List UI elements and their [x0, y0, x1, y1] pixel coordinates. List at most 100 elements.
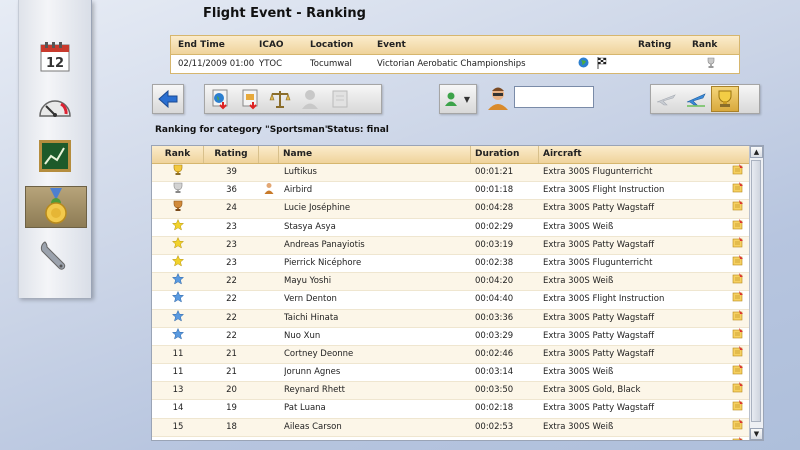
- rank-cell: [152, 273, 204, 290]
- filter-toolbar: ▼: [439, 84, 477, 114]
- star-yellow-icon: [171, 218, 185, 236]
- row-action-icon[interactable]: [730, 291, 746, 308]
- table-row[interactable]: 23 Andreas Panayiotis 00:03:19 Extra 300S P…: [152, 236, 749, 255]
- row-action-icon[interactable]: [730, 400, 746, 417]
- balance-scale-icon: [269, 91, 291, 108]
- notes-button-disabled[interactable]: [325, 86, 355, 112]
- name-cell: Pierrick Nicéphore: [284, 257, 362, 268]
- instruments-button[interactable]: [36, 88, 74, 126]
- rating-cell: 21: [226, 348, 237, 359]
- table-row[interactable]: 22 Vern Denton 00:04:40 Extra 300S Flight I…: [152, 291, 749, 310]
- col-name[interactable]: Name: [279, 146, 471, 163]
- export-button[interactable]: [235, 86, 265, 112]
- user-filter-button[interactable]: [440, 86, 462, 112]
- vertical-scrollbar[interactable]: ▲ ▼: [749, 146, 763, 440]
- row-action-icon[interactable]: [730, 327, 746, 345]
- ranking-status: Status: final: [327, 125, 389, 135]
- table-row[interactable]: 11 21 Cortney Deonne 00:02:46 Extra 300S Pat…: [152, 345, 749, 365]
- name-cell: Luftikus: [284, 167, 317, 177]
- star-blue-icon: [171, 309, 185, 327]
- table-row[interactable]: 22 Mayu Yoshi 00:04:20 Extra 300S Weiß: [152, 273, 749, 292]
- col-pilot[interactable]: [259, 146, 279, 163]
- event-summary: End Time ICAO Location Event Rating Rank…: [170, 35, 740, 74]
- row-action-icon[interactable]: [730, 218, 746, 236]
- col-aircraft[interactable]: Aircraft: [539, 146, 729, 163]
- col-duration[interactable]: Duration: [471, 146, 539, 163]
- table-row[interactable]: 15 18 Aileas Carson 00:02:53 Extra 300S Weiß: [152, 418, 749, 437]
- aircraft-cell: Extra 300S Weiß: [543, 276, 614, 287]
- chevron-down-icon[interactable]: ▼: [462, 95, 472, 104]
- table-row[interactable]: 15 18 Jessika Margaretha 00:03:50Extra 300S…: [152, 436, 749, 441]
- scroll-down-button[interactable]: ▼: [750, 428, 763, 440]
- row-action-icon[interactable]: [730, 236, 746, 254]
- pilot-button-disabled[interactable]: [295, 86, 325, 112]
- rank-value: 15: [173, 440, 184, 441]
- rating-cell: 18: [226, 421, 237, 432]
- calendar-button[interactable]: 12: [36, 37, 74, 75]
- page-title: Flight Event - Ranking: [203, 6, 366, 21]
- duration-cell: 00:03:29: [475, 330, 514, 341]
- row-action-icon[interactable]: [730, 200, 746, 217]
- table-row[interactable]: 24 Lucie Joséphine 00:04:28 Extra 300S Patt…: [152, 200, 749, 219]
- back-arrow-icon: [158, 90, 178, 108]
- back-toolbar: [152, 84, 184, 114]
- event-col-icao: ICAO: [259, 40, 284, 50]
- event-icao: YTOC: [259, 59, 283, 69]
- view-ranking-button[interactable]: [711, 86, 739, 112]
- row-action-icon[interactable]: [730, 382, 746, 399]
- view-planes-button[interactable]: [651, 86, 681, 112]
- col-rating[interactable]: Rating: [204, 146, 259, 163]
- ranking-category: Ranking for category "Sportsman": [155, 125, 330, 135]
- table-row[interactable]: 23 Pierrick Nicéphore 00:02:38 Extra 300S F…: [152, 254, 749, 274]
- rank-cell: 15: [152, 437, 204, 441]
- plane-blue-icon: [686, 93, 706, 107]
- star-yellow-icon: [171, 254, 185, 272]
- name-cell: Taichi Hinata: [284, 312, 339, 323]
- table-row[interactable]: 14 19 Pat Luana 00:02:18 Extra 300S Patty Wa…: [152, 400, 749, 419]
- settings-button[interactable]: [36, 237, 74, 275]
- col-rank[interactable]: Rank: [152, 146, 204, 163]
- table-row[interactable]: 11 21 Jorunn Agnes 00:03:14 Extra 300S Weiß: [152, 364, 749, 383]
- duration-cell: 00:03:50: [475, 437, 540, 441]
- scroll-up-button[interactable]: ▲: [750, 146, 763, 158]
- ranking-button[interactable]: [25, 186, 87, 228]
- row-action-icon[interactable]: [730, 345, 746, 363]
- speedometer-icon: [39, 100, 71, 117]
- table-row[interactable]: 22 Nuo Xun 00:03:29 Extra 300S Patty Wagsta…: [152, 327, 749, 346]
- row-action-icon[interactable]: [730, 254, 746, 272]
- duration-cell: 00:02:53: [475, 421, 514, 432]
- row-action-icon[interactable]: [730, 309, 746, 327]
- row-action-icon[interactable]: [730, 182, 746, 199]
- table-row[interactable]: 36 Airbird 00:01:18 Extra 300S Flight Instr…: [152, 182, 749, 201]
- table-row[interactable]: 13 20 Reynard Rhett 00:03:50 Extra 300S Gold…: [152, 382, 749, 401]
- event-end-time: 02/11/2009 01:00: [178, 59, 255, 69]
- row-action-icon[interactable]: [730, 164, 746, 181]
- row-action-icon[interactable]: [730, 418, 746, 436]
- silver-trophy-icon: [173, 182, 183, 199]
- scale-button[interactable]: [265, 86, 295, 112]
- search-pilot-button[interactable]: [484, 84, 512, 112]
- import-button[interactable]: [205, 86, 235, 112]
- gold-trophy-icon: [173, 164, 183, 181]
- scroll-thumb[interactable]: [751, 160, 761, 422]
- table-row[interactable]: 22 Taichi Hinata 00:03:36 Extra 300S Patty …: [152, 309, 749, 328]
- rank-cell: 13: [152, 382, 204, 399]
- statistics-button[interactable]: [36, 137, 74, 175]
- view-flights-button[interactable]: [681, 86, 711, 112]
- event-row[interactable]: 02/11/2009 01:00 YTOC Tocumwal Victorian…: [171, 55, 739, 73]
- row-action-icon[interactable]: [730, 364, 746, 381]
- aircraft-cell: Extra 300S Flugunterricht: [543, 167, 653, 177]
- row-action-icon[interactable]: [730, 436, 746, 440]
- aircraft-cell: Extra 300S Patty Wagstaff: [543, 403, 655, 414]
- rank-cell: 11: [152, 364, 204, 381]
- rank-cell: 14: [152, 400, 204, 417]
- row-action-icon[interactable]: [730, 273, 746, 290]
- search-input[interactable]: [514, 86, 594, 108]
- back-button[interactable]: [153, 86, 183, 112]
- aircraft-cell: Extra 300S Patty Wagstaff: [543, 312, 655, 323]
- table-row[interactable]: 23 Stasya Asya 00:02:29 Extra 300S Weiß: [152, 218, 749, 237]
- main-sidebar: 12: [18, 0, 92, 298]
- duration-cell: 00:02:38: [475, 257, 514, 268]
- event-col-rating: Rating: [638, 40, 672, 50]
- table-row[interactable]: 39 Luftikus 00:01:21 Extra 300S Flugunterri…: [152, 164, 749, 183]
